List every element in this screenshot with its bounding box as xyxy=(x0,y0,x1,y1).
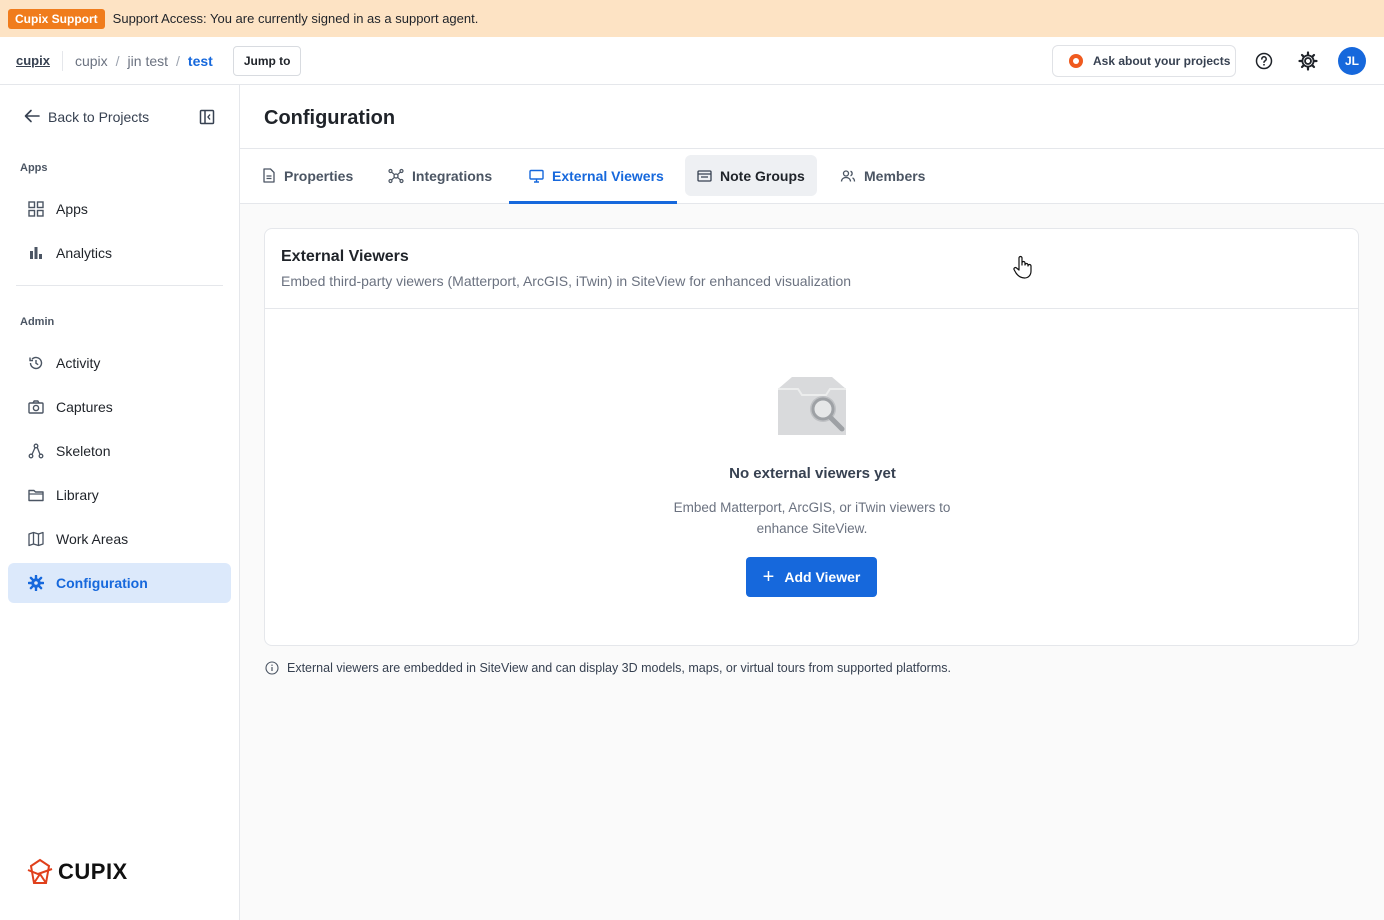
card-header: External Viewers Embed third-party viewe… xyxy=(265,229,1358,309)
tab-properties[interactable]: Properties xyxy=(250,155,365,196)
ai-assistant-icon xyxy=(1069,54,1083,68)
gear-icon xyxy=(28,575,44,591)
plus-icon: + xyxy=(762,566,775,588)
sidebar-item-label: Work Areas xyxy=(56,531,129,547)
admin-section-label: Admin xyxy=(20,316,55,328)
support-badge: Cupix Support xyxy=(8,8,105,29)
tab-label: External Viewers xyxy=(552,167,664,184)
sidebar-item-label: Configuration xyxy=(56,575,148,591)
add-viewer-label: Add Viewer xyxy=(784,569,861,585)
cupix-logo: CUPIX xyxy=(26,858,128,886)
tab-bar: Properties Integrations External Viewers… xyxy=(240,149,1384,204)
skeleton-icon xyxy=(28,443,44,459)
arrow-left-icon xyxy=(24,109,40,126)
card-subtitle: Embed third-party viewers (Matterport, A… xyxy=(281,273,852,289)
sidebar-item-apps[interactable]: Apps xyxy=(8,189,231,229)
back-to-projects-link[interactable]: Back to Projects xyxy=(24,107,220,127)
sidebar-item-work-areas[interactable]: Work Areas xyxy=(8,519,231,559)
breadcrumb: cupix / jin test / test xyxy=(75,53,213,69)
breadcrumb-team[interactable]: jin test xyxy=(128,53,168,69)
history-icon xyxy=(28,355,44,371)
tab-external-viewers[interactable]: External Viewers xyxy=(517,155,676,196)
map-icon xyxy=(28,531,44,547)
cupix-logo-mark-icon xyxy=(27,858,53,884)
home-link[interactable]: cupix xyxy=(16,53,50,68)
empty-search-icon xyxy=(776,375,852,444)
top-right-actions: Ask about your projects JL xyxy=(1052,37,1384,85)
jump-to-button[interactable]: Jump to xyxy=(232,45,302,76)
sidebar-item-label: Apps xyxy=(56,201,88,217)
tab-label: Note Groups xyxy=(720,167,805,184)
empty-state-title: No external viewers yet xyxy=(729,465,896,482)
grid-icon xyxy=(28,201,44,217)
breadcrumb-org[interactable]: cupix xyxy=(75,53,108,69)
network-icon xyxy=(388,168,404,184)
active-tab-indicator xyxy=(509,201,677,204)
tab-note-groups[interactable]: Note Groups xyxy=(685,155,817,196)
info-icon xyxy=(265,661,279,675)
user-avatar[interactable]: JL xyxy=(1338,47,1366,75)
settings-gear-icon[interactable] xyxy=(1286,37,1330,85)
empty-state-description: Embed Matterport, ArcGIS, or iTwin viewe… xyxy=(673,500,951,536)
help-icon[interactable] xyxy=(1242,37,1286,85)
tab-label: Integrations xyxy=(412,167,493,184)
sidebar-item-analytics[interactable]: Analytics xyxy=(8,233,231,273)
ask-ai-button[interactable]: Ask about your projects xyxy=(1052,45,1236,77)
support-banner: Cupix Support Support Access: You are cu… xyxy=(0,0,1384,37)
folder-icon xyxy=(28,487,44,503)
breadcrumb-project[interactable]: test xyxy=(188,53,213,69)
sidebar-item-configuration[interactable]: Configuration xyxy=(8,563,231,603)
page-header: Configuration xyxy=(240,85,1384,149)
main-content: Configuration Properties Integrations Ex… xyxy=(240,85,1384,920)
sidebar-collapse-icon[interactable] xyxy=(199,109,215,130)
info-note: External viewers are embedded in SiteVie… xyxy=(265,661,951,675)
add-viewer-button[interactable]: + Add Viewer xyxy=(746,557,877,597)
breadcrumb-separator: / xyxy=(115,52,120,69)
breadcrumb-separator: / xyxy=(176,52,180,69)
sidebar-item-label: Analytics xyxy=(56,245,113,261)
camera-icon xyxy=(28,399,44,415)
users-icon xyxy=(840,169,856,183)
ask-ai-label: Ask about your projects xyxy=(1093,54,1231,68)
back-to-projects-label: Back to Projects xyxy=(48,109,150,125)
sidebar-divider xyxy=(16,285,223,286)
info-text: External viewers are embedded in SiteVie… xyxy=(287,661,951,675)
sidebar-item-label: Library xyxy=(56,487,99,503)
sidebar-item-label: Skeleton xyxy=(56,443,111,459)
card-title: External Viewers xyxy=(281,248,409,265)
logo-wordmark: CUPIX xyxy=(58,859,128,884)
notes-icon xyxy=(697,169,712,183)
sidebar-item-activity[interactable]: Activity xyxy=(8,343,231,383)
support-banner-text: Support Access: You are currently signed… xyxy=(112,11,479,26)
document-icon xyxy=(262,168,276,183)
page-title: Configuration xyxy=(264,107,396,129)
sidebar: Back to Projects Apps Apps Analytics Adm… xyxy=(0,85,240,920)
sidebar-item-captures[interactable]: Captures xyxy=(8,387,231,427)
top-bar: cupix cupix / jin test / test Jump to As… xyxy=(0,37,1384,85)
bar-chart-icon xyxy=(28,245,44,261)
tab-label: Members xyxy=(864,167,926,184)
sidebar-item-label: Captures xyxy=(56,399,113,415)
apps-section-label: Apps xyxy=(20,162,48,174)
sidebar-item-library[interactable]: Library xyxy=(8,475,231,515)
breadcrumb-divider xyxy=(61,50,63,71)
monitor-icon xyxy=(529,169,544,183)
tab-members[interactable]: Members xyxy=(828,155,937,196)
sidebar-item-skeleton[interactable]: Skeleton xyxy=(8,431,231,471)
hand-cursor-icon xyxy=(1013,255,1033,284)
sidebar-item-label: Activity xyxy=(56,355,101,371)
tab-label: Properties xyxy=(284,167,354,184)
external-viewers-card: External Viewers Embed third-party viewe… xyxy=(264,228,1359,646)
tab-integrations[interactable]: Integrations xyxy=(376,155,504,196)
